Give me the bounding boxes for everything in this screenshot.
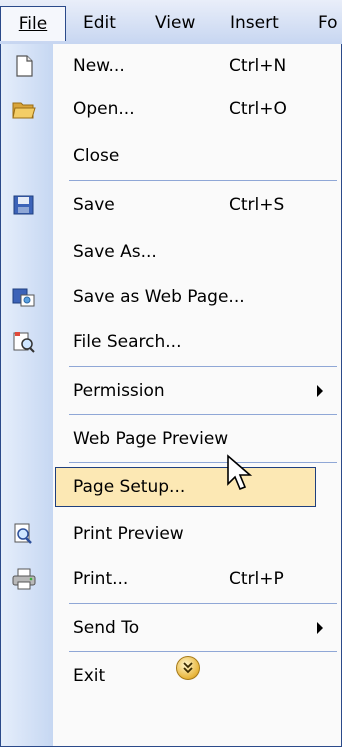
menu-item-label: Send To	[73, 618, 140, 638]
menu-item-permission[interactable]: Permission	[1, 371, 341, 411]
menu-item-shortcut: Ctrl+S	[229, 195, 285, 215]
printer-icon	[11, 567, 37, 591]
save-disk-icon	[11, 193, 37, 217]
menu-item-save[interactable]: Save Ctrl+S	[1, 185, 341, 225]
menu-item-shortcut: Ctrl+P	[229, 569, 284, 589]
expand-menu-button[interactable]	[176, 656, 200, 680]
menu-view-label: View	[155, 13, 196, 33]
print-preview-icon	[11, 522, 37, 546]
mouse-cursor-icon	[226, 454, 254, 498]
menu-view[interactable]: View	[155, 6, 195, 40]
menu-edit-label: Edit	[83, 13, 116, 33]
menu-item-label: Save As...	[73, 242, 157, 262]
menu-file[interactable]: File	[0, 6, 66, 41]
menu-item-label: File Search...	[73, 332, 182, 352]
menu-item-open[interactable]: Open... Ctrl+O	[1, 89, 341, 129]
menu-separator	[69, 414, 337, 415]
new-document-icon	[11, 54, 37, 78]
file-menu-dropdown: New... Ctrl+N Open... Ctrl+O Close Save …	[0, 44, 342, 747]
menu-item-send-to[interactable]: Send To	[1, 608, 341, 648]
double-chevron-down-icon	[183, 662, 193, 674]
submenu-arrow-icon	[317, 622, 323, 634]
menu-file-label: File	[18, 14, 48, 34]
menu-item-file-search[interactable]: File Search...	[1, 322, 341, 362]
menu-item-label: Print Preview	[73, 524, 184, 544]
menu-item-label: Page Setup...	[73, 477, 186, 497]
menu-separator	[69, 366, 337, 367]
menu-item-label: Open...	[73, 99, 135, 119]
menu-bar: File Edit View Insert Fo	[0, 0, 342, 45]
menu-item-label: Close	[73, 146, 120, 166]
menu-item-print[interactable]: Print... Ctrl+P	[1, 559, 341, 599]
submenu-arrow-icon	[317, 385, 323, 397]
menu-insert[interactable]: Insert	[230, 6, 279, 40]
menu-item-label: Save as Web Page...	[73, 287, 245, 307]
menu-insert-label: Insert	[230, 13, 279, 33]
open-folder-icon	[11, 97, 37, 121]
menu-item-page-setup[interactable]: Page Setup...	[55, 467, 316, 507]
menu-item-exit[interactable]: Exit	[1, 656, 341, 696]
save-web-page-icon	[11, 285, 37, 309]
menu-item-web-page-preview[interactable]: Web Page Preview	[1, 419, 341, 459]
menu-item-label: Print...	[73, 569, 129, 589]
menu-item-label: Save	[73, 195, 115, 215]
menu-separator	[69, 462, 337, 463]
menu-edit[interactable]: Edit	[83, 6, 116, 40]
menu-separator	[69, 603, 337, 604]
menu-item-shortcut: Ctrl+N	[229, 56, 287, 76]
menu-item-label: Exit	[73, 666, 106, 686]
menu-item-label: Web Page Preview	[73, 429, 229, 449]
file-search-icon	[11, 330, 37, 354]
menu-item-shortcut: Ctrl+O	[229, 99, 287, 119]
menu-item-save-as[interactable]: Save As...	[1, 232, 341, 272]
menu-format[interactable]: Fo	[318, 6, 338, 40]
menu-item-label: Permission	[73, 381, 165, 401]
menu-item-close[interactable]: Close	[1, 136, 341, 176]
menu-item-new[interactable]: New... Ctrl+N	[1, 46, 341, 86]
menu-item-print-preview[interactable]: Print Preview	[1, 514, 341, 554]
menu-item-label: New...	[73, 56, 125, 76]
menu-separator	[69, 180, 337, 181]
menu-format-label: Fo	[318, 13, 338, 33]
menu-item-save-as-web-page[interactable]: Save as Web Page...	[1, 277, 341, 317]
menu-separator	[69, 651, 337, 652]
